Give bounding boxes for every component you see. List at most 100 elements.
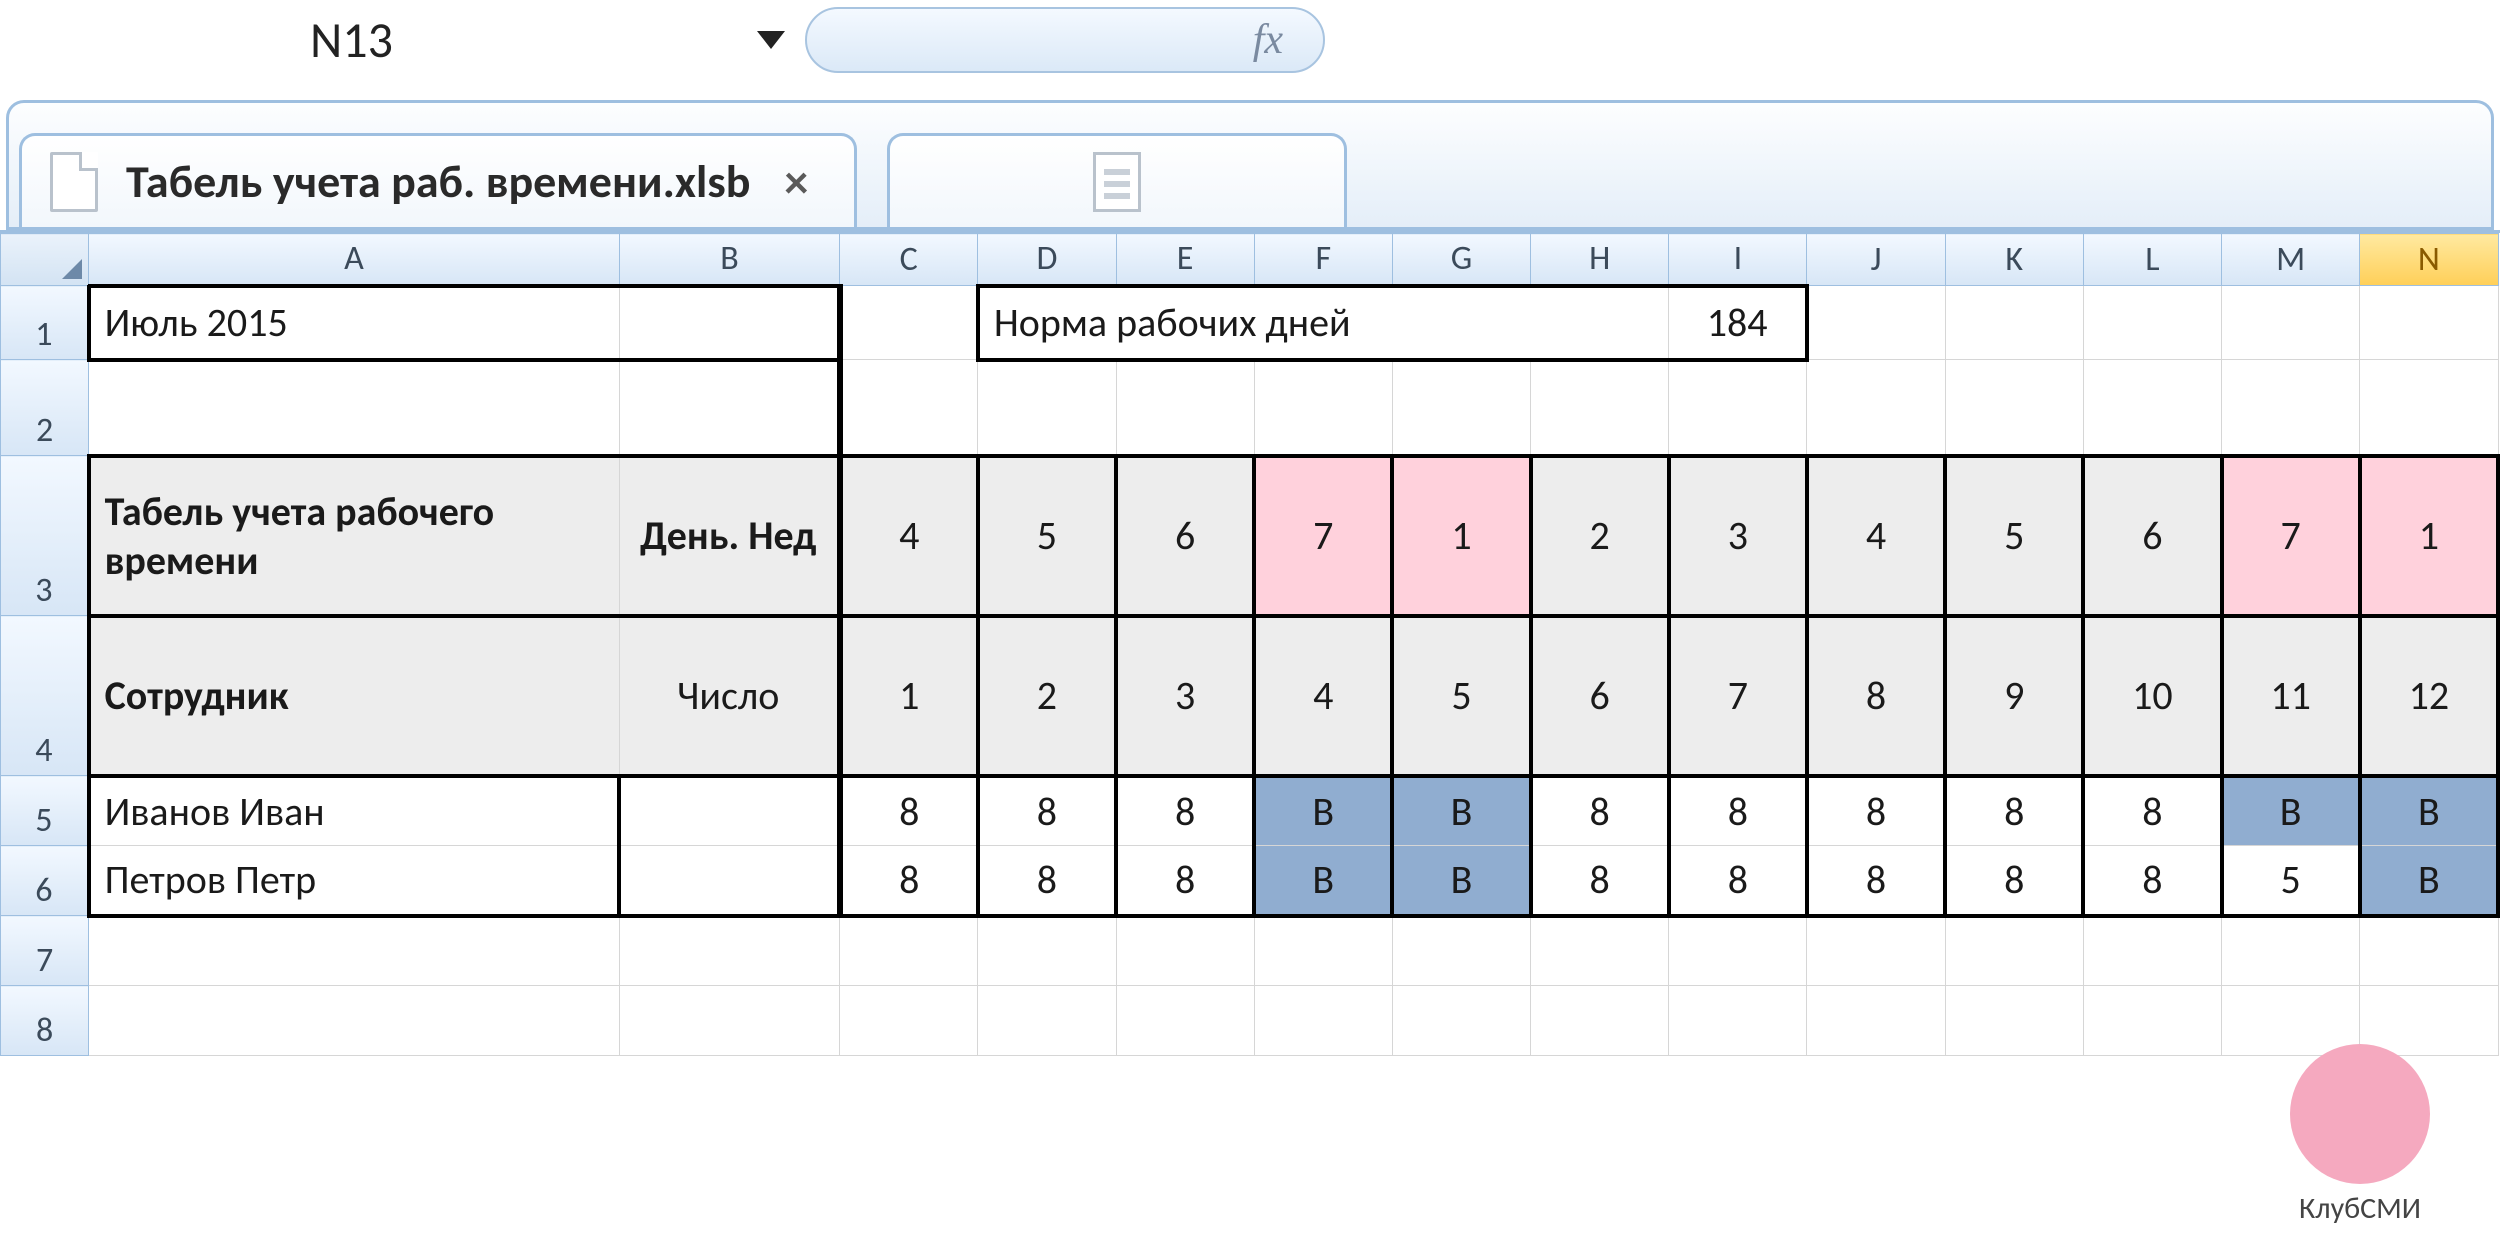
cell[interactable] bbox=[2083, 286, 2221, 360]
cell[interactable] bbox=[1669, 360, 1807, 456]
employee-name[interactable]: Иванов Иван bbox=[89, 776, 620, 846]
cell[interactable] bbox=[1392, 360, 1530, 456]
norm-label-cell[interactable]: Норма рабочих дней bbox=[978, 286, 1669, 360]
hours-cell-weekend[interactable]: B bbox=[2360, 776, 2498, 846]
date-cell[interactable]: 3 bbox=[1116, 616, 1254, 776]
hours-cell[interactable]: 8 bbox=[978, 776, 1116, 846]
hours-cell[interactable]: 8 bbox=[978, 846, 1116, 916]
dow-cell-weekend[interactable]: 1 bbox=[1392, 456, 1530, 616]
date-cell[interactable]: 9 bbox=[1945, 616, 2083, 776]
date-label-cell[interactable]: Число bbox=[619, 616, 839, 776]
chevron-down-icon[interactable] bbox=[757, 31, 785, 49]
dow-cell[interactable]: 4 bbox=[1807, 456, 1945, 616]
column-header-selected[interactable]: N bbox=[2360, 234, 2498, 286]
cell[interactable] bbox=[1116, 360, 1254, 456]
hours-cell[interactable]: 8 bbox=[1116, 776, 1254, 846]
cell[interactable] bbox=[619, 846, 839, 916]
dow-cell-weekend[interactable]: 1 bbox=[2360, 456, 2498, 616]
hours-cell-weekend[interactable]: B bbox=[1392, 846, 1530, 916]
document-tab-active[interactable]: Табель учета раб. времени.xlsb × bbox=[19, 133, 857, 227]
cell[interactable] bbox=[1945, 916, 2083, 986]
hours-cell[interactable]: 8 bbox=[840, 776, 978, 846]
cell[interactable] bbox=[840, 986, 978, 1056]
row-header[interactable]: 2 bbox=[1, 360, 89, 456]
hours-cell[interactable]: 8 bbox=[1669, 776, 1807, 846]
cell[interactable] bbox=[89, 360, 620, 456]
cell[interactable] bbox=[1531, 360, 1669, 456]
cell[interactable] bbox=[619, 286, 839, 360]
cell[interactable] bbox=[1254, 360, 1392, 456]
dow-cell[interactable]: 2 bbox=[1531, 456, 1669, 616]
fx-button[interactable]: fx bbox=[805, 7, 1325, 73]
cell[interactable] bbox=[619, 916, 839, 986]
column-header[interactable]: G bbox=[1392, 234, 1530, 286]
hours-cell[interactable]: 8 bbox=[840, 846, 978, 916]
cell[interactable] bbox=[1392, 916, 1530, 986]
dow-cell[interactable]: 4 bbox=[840, 456, 978, 616]
cell[interactable] bbox=[1116, 916, 1254, 986]
cell[interactable] bbox=[1531, 986, 1669, 1056]
hours-cell[interactable]: 8 bbox=[1531, 846, 1669, 916]
dow-cell[interactable]: 6 bbox=[2083, 456, 2221, 616]
name-box[interactable]: N13 bbox=[50, 5, 805, 75]
hours-cell-weekend[interactable]: B bbox=[1254, 776, 1392, 846]
date-cell[interactable]: 10 bbox=[2083, 616, 2221, 776]
dow-cell-weekend[interactable]: 7 bbox=[1254, 456, 1392, 616]
cell[interactable] bbox=[1807, 986, 1945, 1056]
cell[interactable] bbox=[619, 360, 839, 456]
cell[interactable] bbox=[840, 360, 978, 456]
dow-cell[interactable]: 5 bbox=[1945, 456, 2083, 616]
cell[interactable] bbox=[619, 776, 839, 846]
row-header[interactable]: 7 bbox=[1, 916, 89, 986]
cell[interactable] bbox=[2222, 360, 2360, 456]
cell[interactable] bbox=[619, 986, 839, 1056]
spreadsheet-grid[interactable]: A B C D E F G H I J K L M N 1 Июль 2015 … bbox=[0, 230, 2500, 1056]
row-header[interactable]: 3 bbox=[1, 456, 89, 616]
date-cell[interactable]: 2 bbox=[978, 616, 1116, 776]
select-all-button[interactable] bbox=[1, 234, 89, 286]
column-header[interactable]: C bbox=[840, 234, 978, 286]
date-cell[interactable]: 7 bbox=[1669, 616, 1807, 776]
cell[interactable] bbox=[2222, 916, 2360, 986]
date-cell[interactable]: 5 bbox=[1392, 616, 1530, 776]
cell[interactable] bbox=[2360, 916, 2498, 986]
cell[interactable] bbox=[89, 916, 620, 986]
cell[interactable] bbox=[1945, 360, 2083, 456]
cell[interactable] bbox=[1392, 986, 1530, 1056]
cell[interactable] bbox=[978, 986, 1116, 1056]
date-cell[interactable]: 1 bbox=[840, 616, 978, 776]
row-header[interactable]: 4 bbox=[1, 616, 89, 776]
title-cell[interactable]: Табель учета рабочего времени bbox=[89, 456, 620, 616]
hours-cell-weekend[interactable]: B bbox=[1254, 846, 1392, 916]
employee-label-cell[interactable]: Сотрудник bbox=[89, 616, 620, 776]
date-cell[interactable]: 6 bbox=[1531, 616, 1669, 776]
cell[interactable] bbox=[89, 986, 620, 1056]
new-document-tab[interactable] bbox=[887, 133, 1347, 227]
row-header[interactable]: 1 bbox=[1, 286, 89, 360]
column-header[interactable]: F bbox=[1254, 234, 1392, 286]
cell[interactable] bbox=[840, 916, 978, 986]
hours-cell[interactable]: 8 bbox=[1945, 846, 2083, 916]
cell[interactable] bbox=[2083, 986, 2221, 1056]
dow-cell[interactable]: 3 bbox=[1669, 456, 1807, 616]
hours-cell[interactable]: 8 bbox=[1807, 776, 1945, 846]
hours-cell-weekend[interactable]: B bbox=[2360, 846, 2498, 916]
hours-cell-weekend[interactable]: B bbox=[2222, 776, 2360, 846]
cell[interactable] bbox=[1254, 916, 1392, 986]
column-header[interactable]: M bbox=[2222, 234, 2360, 286]
hours-cell[interactable]: 5 bbox=[2222, 846, 2360, 916]
cell[interactable] bbox=[1945, 286, 2083, 360]
hours-cell[interactable]: 8 bbox=[1807, 846, 1945, 916]
cell[interactable] bbox=[978, 916, 1116, 986]
column-header[interactable]: D bbox=[978, 234, 1116, 286]
cell[interactable] bbox=[1531, 916, 1669, 986]
date-cell[interactable]: 12 bbox=[2360, 616, 2498, 776]
cell[interactable] bbox=[2360, 360, 2498, 456]
date-cell[interactable]: 4 bbox=[1254, 616, 1392, 776]
formula-input[interactable] bbox=[1325, 7, 2500, 73]
column-header[interactable]: K bbox=[1945, 234, 2083, 286]
row-header[interactable]: 8 bbox=[1, 986, 89, 1056]
cell[interactable] bbox=[1116, 986, 1254, 1056]
dow-cell[interactable]: 5 bbox=[978, 456, 1116, 616]
cell[interactable] bbox=[1669, 986, 1807, 1056]
